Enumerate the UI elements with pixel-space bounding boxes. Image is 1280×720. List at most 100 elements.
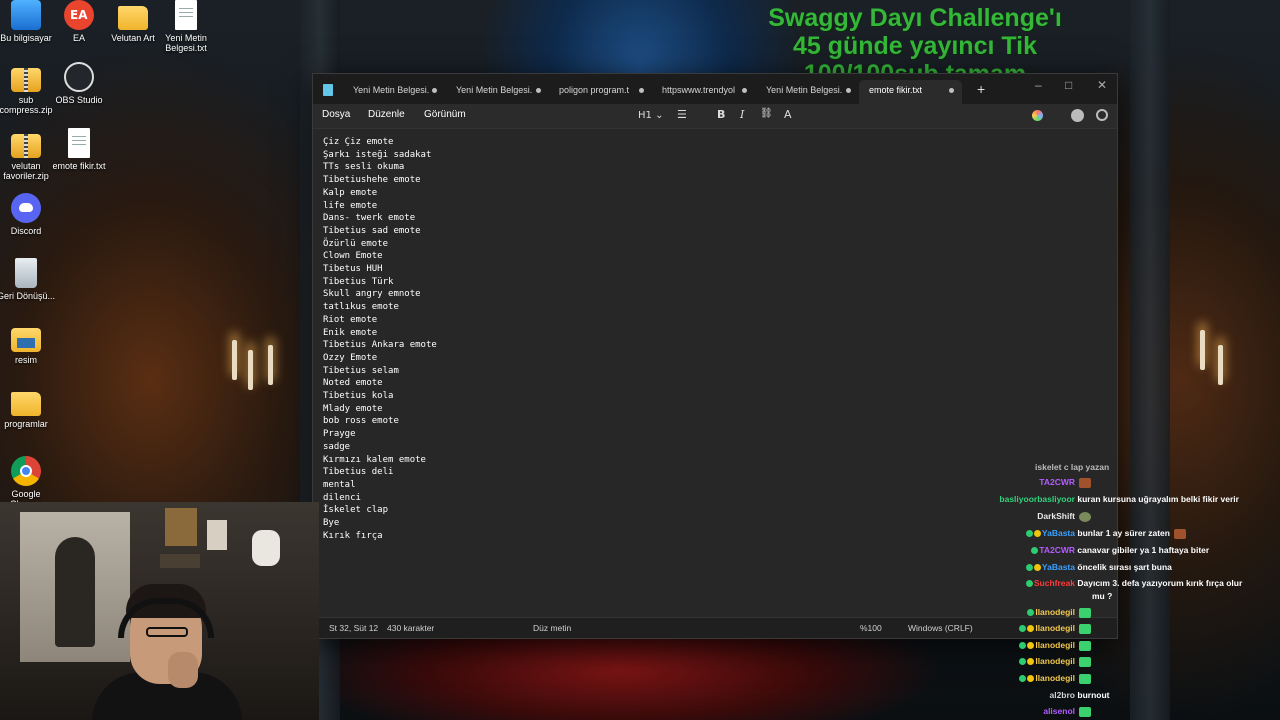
menu-edit[interactable]: Düzenle — [368, 109, 405, 120]
minimize-button[interactable]: – — [1035, 78, 1042, 92]
chat-username: llanodegil — [985, 607, 1075, 618]
desktop-icon-velutan-favoriler[interactable]: velutan favoriler.zip — [0, 128, 56, 181]
ea-icon — [64, 0, 94, 30]
zoom-level: %100 — [860, 623, 882, 633]
badge-icon — [1027, 642, 1035, 650]
tab-trendyol[interactable]: httpswww.trendyol — [652, 80, 755, 104]
folder-icon — [11, 328, 41, 352]
chat-message: llanodegil — [985, 673, 1280, 684]
emote-icon — [1079, 477, 1092, 488]
desktop-icon-this-pc[interactable]: Bu bilgisayar — [0, 0, 56, 43]
checkmark-emote-icon — [1079, 673, 1092, 684]
unsaved-dot-icon — [639, 88, 644, 93]
wallpaper-candle — [268, 345, 273, 385]
account-icon[interactable] — [1071, 109, 1084, 122]
wallpaper-candle — [1200, 330, 1205, 370]
folder-icon — [118, 6, 148, 30]
badge-icon — [1025, 564, 1033, 572]
desktop-icon-label: sub compress.zip — [0, 95, 53, 115]
desktop-icon-label: Velutan Art — [111, 33, 155, 43]
tab-emote-fikir[interactable]: emote fikir.txt — [859, 80, 962, 104]
chat-message: llanodegil — [985, 607, 1280, 618]
chat-username: Suchfreak — [985, 578, 1075, 589]
menu-file[interactable]: Dosya — [322, 109, 350, 120]
heading-dropdown[interactable]: H1 ⌄ — [638, 110, 663, 121]
desktop-icon-resim[interactable]: resim — [0, 322, 56, 365]
checkmark-emote-icon — [1079, 640, 1092, 651]
chat-message: YaBasta bunlar 1 ay sürer zaten — [985, 528, 1280, 539]
clear-formatting-button[interactable]: A — [784, 108, 792, 121]
badge-icon — [1019, 642, 1027, 650]
close-button[interactable]: ✕ — [1097, 78, 1107, 92]
editor-line: Çiz Çiz emote — [323, 137, 394, 147]
chat-text: bunlar 1 ay sürer zaten — [1077, 528, 1170, 538]
desktop-icon-label: EA — [72, 33, 85, 43]
desktop-icon-emote-fikir[interactable]: emote fikir.txt — [49, 128, 109, 171]
overlay-line-2: 45 günde yayıncı Tik — [792, 32, 1038, 60]
desktop-icon-velutan-art[interactable]: Velutan Art — [103, 0, 163, 43]
copilot-icon[interactable] — [1032, 110, 1043, 121]
chat-text: canavar gibiler ya 1 haftaya biter — [1077, 545, 1210, 555]
bold-button[interactable]: B — [717, 108, 725, 121]
desktop-icon-ea[interactable]: EA — [49, 0, 109, 43]
badge-icon — [1033, 530, 1041, 538]
tab-yeni-metin-3[interactable]: Yeni Metin Belgesi. — [756, 80, 859, 104]
chat-username: al2bro — [1049, 690, 1075, 700]
maximize-button[interactable]: □ — [1065, 78, 1072, 92]
chrome-icon — [11, 456, 41, 486]
settings-gear-icon[interactable] — [1096, 109, 1108, 121]
list-button[interactable]: ☰ — [677, 108, 687, 121]
italic-button[interactable]: I — [740, 108, 744, 121]
zip-icon — [11, 68, 41, 92]
editor-line: Ozzy Emote — [323, 352, 378, 363]
chat-message: basliyoorbasliyoor kuran kursuna uğrayal… — [985, 494, 1280, 505]
desktop-icon-recycle-bin[interactable]: Geri Dönüşü... — [0, 258, 56, 301]
streamer-hand — [168, 652, 198, 688]
menu-bar: Dosya Düzenle Görünüm H1 ⌄ ☰ B I ⛓ A — [313, 104, 1117, 129]
chat-text: burnout — [1077, 690, 1110, 700]
chat-text: mu ? — [1092, 591, 1113, 601]
chat-username-text: YaBasta — [1041, 562, 1075, 572]
editor-line: tatlıkus emote — [323, 302, 399, 313]
desktop-icon-label: Bu bilgisayar — [0, 33, 52, 43]
link-button[interactable]: ⛓ — [760, 108, 773, 119]
badge-icon — [1027, 675, 1035, 683]
badge-icon — [1027, 625, 1035, 633]
chat-message: alisenol — [985, 706, 1280, 717]
new-tab-button[interactable]: + — [977, 80, 985, 98]
desktop-icon-programlar[interactable]: programlar — [0, 386, 56, 429]
desktop-icon-sub-compress[interactable]: sub compress.zip — [0, 62, 56, 115]
tab-yeni-metin-2[interactable]: Yeni Metin Belgesi. — [446, 80, 549, 104]
chevron-down-icon: ⌄ — [655, 110, 664, 121]
list-icon: ☰ — [677, 108, 687, 121]
unsaved-dot-icon — [846, 88, 851, 93]
desktop-icon-label: resim — [15, 355, 37, 365]
checkmark-emote-icon — [1079, 623, 1092, 634]
chat-username-text: TA2CWR — [1039, 545, 1075, 555]
menu-view[interactable]: Görünüm — [424, 109, 466, 120]
tab-yeni-metin-1[interactable]: Yeni Metin Belgesi. — [343, 80, 445, 104]
tab-label: httpswww.trendyol — [662, 85, 736, 95]
desktop-icon-obs[interactable]: OBS Studio — [49, 62, 109, 105]
desktop-icon-discord[interactable]: Discord — [0, 193, 56, 236]
editor-line: Enik emote — [323, 327, 378, 338]
chat-username-text: llanodegil — [1035, 623, 1075, 633]
chat-message: llanodegil — [985, 623, 1280, 634]
tab-poligon-program[interactable]: poligon program.t — [549, 80, 652, 104]
text-format: Düz metin — [533, 623, 572, 633]
desktop-icon-yeni-metin[interactable]: Yeni Metin Belgesi.txt — [156, 0, 216, 53]
badge-icon — [1027, 658, 1035, 666]
editor-line: Clown Emote — [323, 251, 383, 262]
desktop-icon-label: velutan favoriler.zip — [3, 161, 49, 181]
wallpaper-candle — [1218, 345, 1223, 385]
editor-line: Dans- twerk emote — [323, 213, 416, 224]
desktop-icon-label: OBS Studio — [55, 95, 103, 105]
unsaved-dot-icon — [432, 88, 437, 93]
editor-line: TTs sesli okuma — [323, 162, 405, 173]
editor-line: bob ross emote — [323, 416, 399, 427]
badge-icon — [1027, 609, 1035, 617]
chat-username: YaBasta — [985, 562, 1075, 573]
wallpaper-candle — [232, 340, 237, 380]
shelf-item — [207, 520, 227, 550]
emote-icon — [1079, 511, 1092, 522]
